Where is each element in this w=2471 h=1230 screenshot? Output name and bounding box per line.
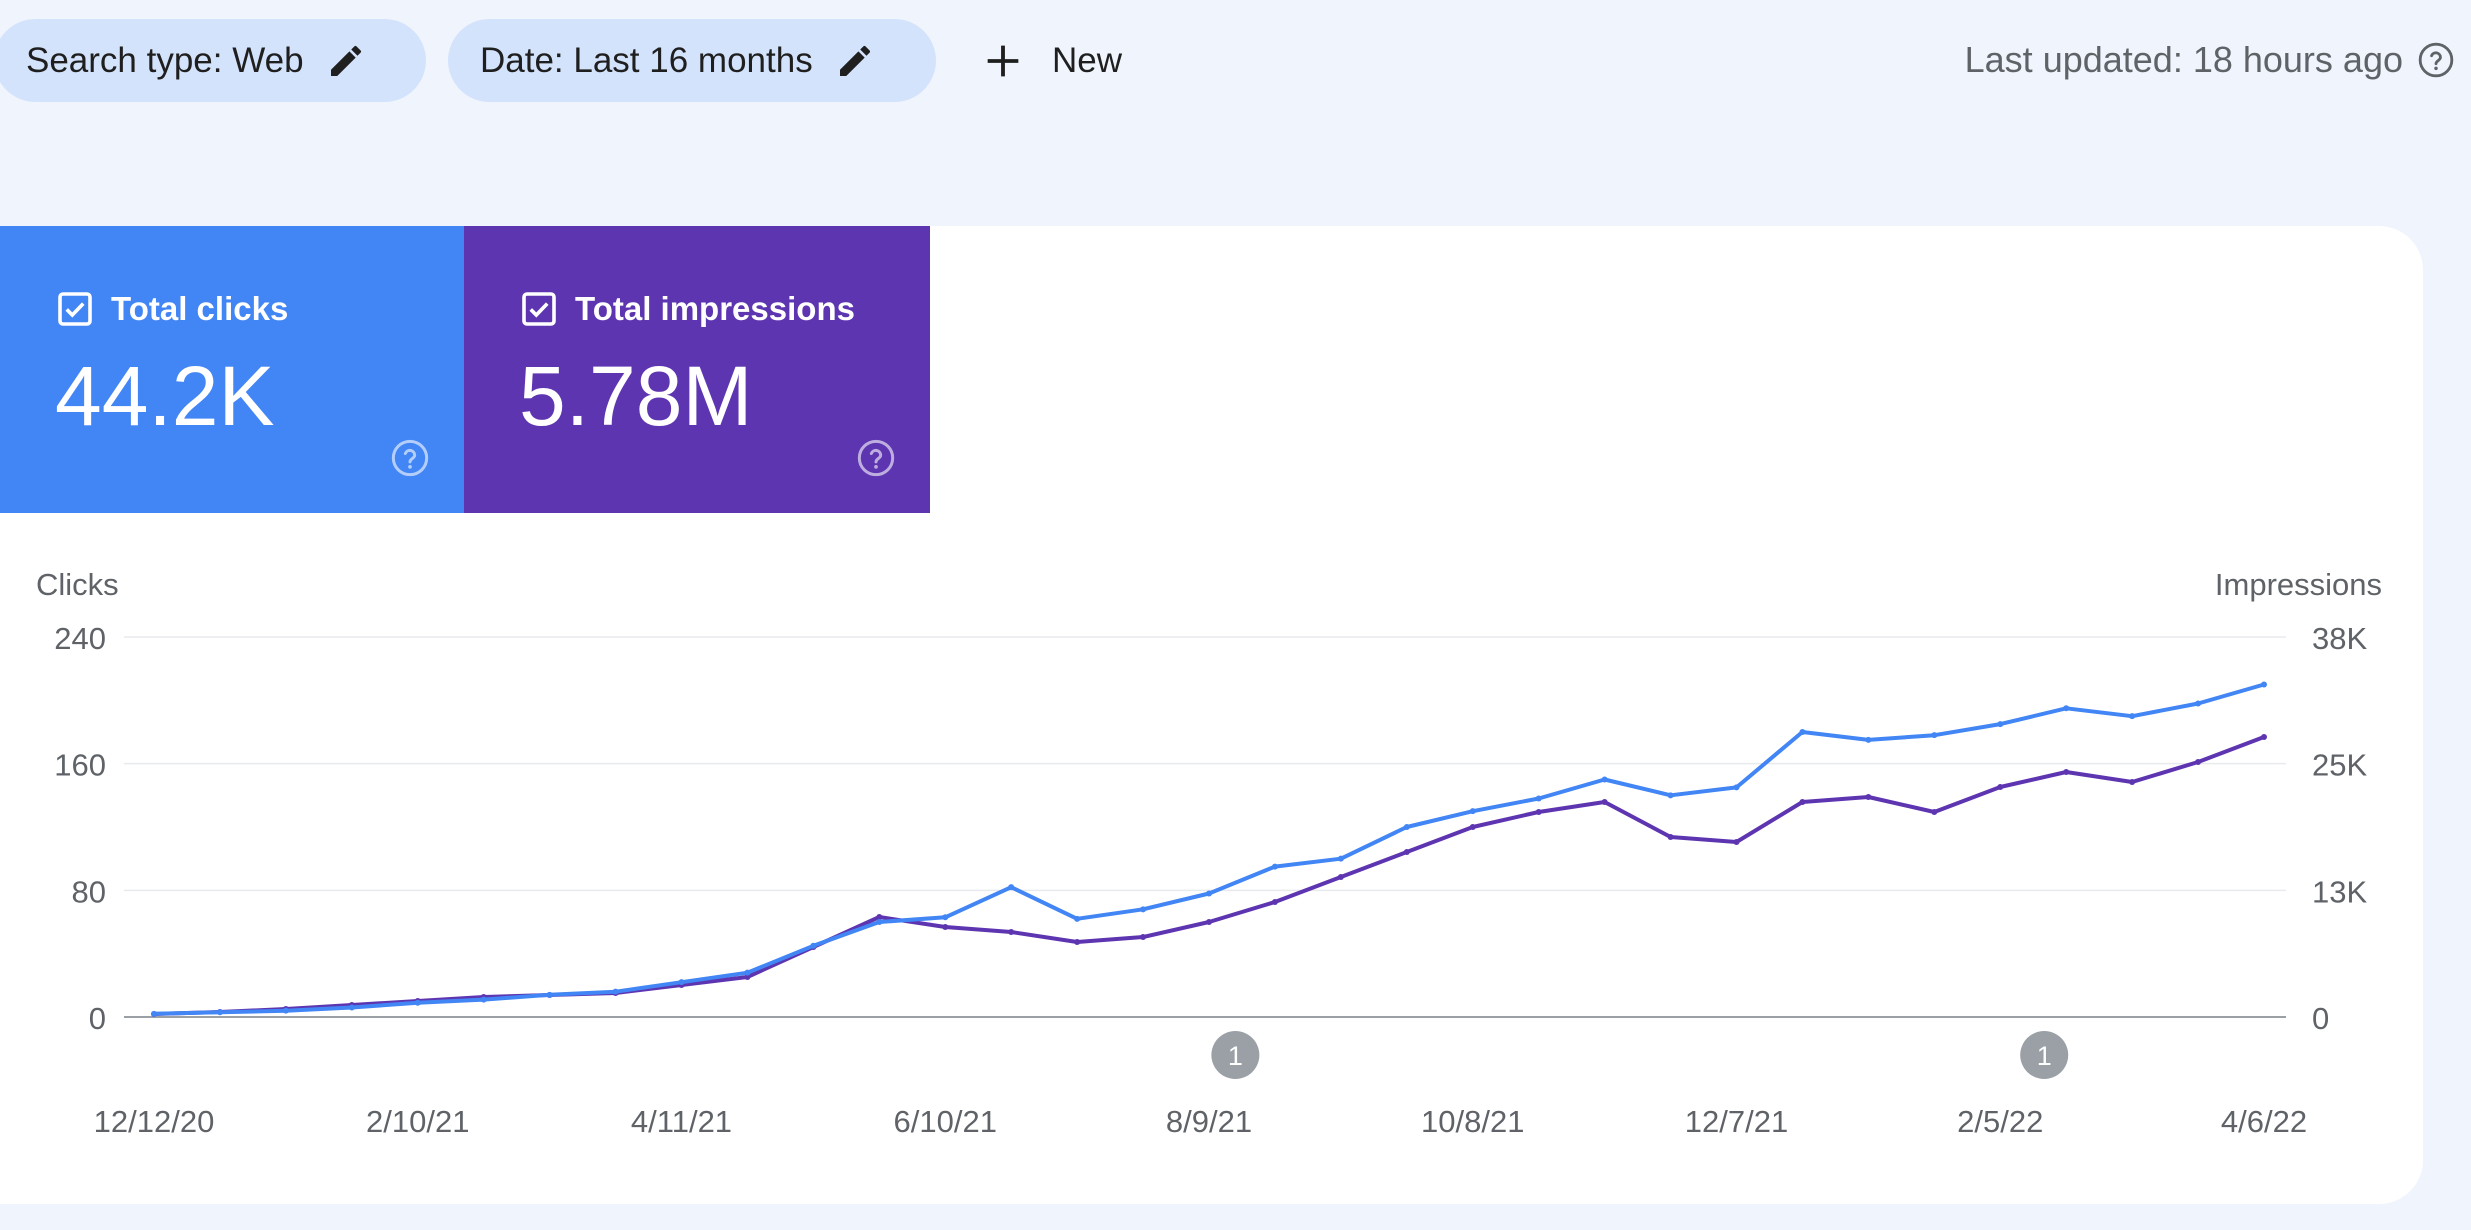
data-point-total-clicks xyxy=(612,988,619,995)
data-point-total-clicks xyxy=(151,1010,157,1017)
annotation-marker-label: 1 xyxy=(2037,1041,2052,1071)
x-tick-label: 12/7/21 xyxy=(1685,1104,1788,1139)
data-point-total-clicks xyxy=(1337,855,1344,862)
x-tick-label: 4/11/21 xyxy=(631,1104,732,1139)
data-point-total-impressions xyxy=(1535,809,1542,815)
data-point-total-clicks xyxy=(1206,890,1212,897)
y-left-tick-label: 160 xyxy=(54,748,106,783)
data-point-total-impressions xyxy=(2261,734,2267,740)
data-point-total-impressions xyxy=(2129,779,2136,785)
data-point-total-impressions xyxy=(1667,834,1674,840)
search-type-filter-chip[interactable]: Search type: Web xyxy=(0,19,426,102)
data-point-total-clicks xyxy=(1799,729,1806,735)
x-tick-label: 6/10/21 xyxy=(894,1104,997,1139)
data-point-total-impressions xyxy=(1865,794,1872,800)
x-tick-label: 2/10/21 xyxy=(366,1104,469,1139)
help-icon[interactable] xyxy=(2417,41,2455,79)
data-point-total-clicks xyxy=(1008,884,1015,891)
data-point-total-clicks xyxy=(216,1009,223,1016)
data-point-total-impressions xyxy=(942,924,949,930)
data-point-total-clicks xyxy=(810,942,817,949)
x-tick-label: 8/9/21 xyxy=(1166,1104,1252,1139)
data-point-total-impressions xyxy=(2063,769,2070,775)
plus-icon xyxy=(987,45,1019,76)
annotation-marker-label: 1 xyxy=(1228,1041,1243,1071)
data-point-total-clicks xyxy=(1271,863,1278,870)
y-left-tick-label: 240 xyxy=(54,621,106,656)
data-point-total-impressions xyxy=(1337,874,1344,880)
data-point-total-impressions xyxy=(1074,939,1081,945)
data-point-total-impressions xyxy=(1799,799,1806,805)
data-point-total-impressions xyxy=(1733,839,1740,845)
performance-chart: 0 080 13K160 25K240 38KClicks Impressions12/1… xyxy=(36,567,2382,1139)
y-right-tick-label: 0 xyxy=(2312,1001,2329,1036)
y-left-tick-label: 80 xyxy=(72,874,106,909)
data-point-total-clicks xyxy=(1733,784,1740,791)
series-line-total-impressions xyxy=(152,735,2266,1016)
last-updated-text: Last updated: 18 hours ago xyxy=(1964,38,2403,80)
data-point-total-impressions xyxy=(1008,929,1015,935)
data-point-total-impressions xyxy=(1997,784,2004,790)
data-point-total-impressions xyxy=(1601,799,1608,805)
date-filter-label: Date: Last 16 months xyxy=(480,40,813,80)
data-point-total-clicks xyxy=(744,969,751,976)
data-point-total-impressions xyxy=(1140,934,1147,940)
data-point-total-clicks xyxy=(942,914,949,921)
data-point-total-clicks xyxy=(2261,681,2267,688)
data-point-total-impressions xyxy=(1931,809,1938,815)
data-point-total-impressions xyxy=(1206,919,1212,925)
data-point-total-clicks xyxy=(1403,824,1410,830)
data-point-total-clicks xyxy=(348,1004,355,1011)
x-tick-label: 10/8/21 xyxy=(1421,1104,1524,1139)
pencil-icon[interactable] xyxy=(326,41,366,81)
data-point-total-clicks xyxy=(1667,792,1674,799)
data-point-total-clicks xyxy=(678,979,685,986)
data-point-total-impressions xyxy=(1271,899,1278,905)
data-point-total-clicks xyxy=(480,996,487,1003)
data-point-total-impressions xyxy=(2195,759,2202,765)
data-point-total-clicks xyxy=(876,919,883,925)
x-tick-label: 12/12/20 xyxy=(94,1104,215,1139)
data-point-total-clicks xyxy=(1535,795,1542,802)
data-point-total-clicks xyxy=(282,1007,289,1014)
data-point-total-clicks xyxy=(1469,808,1476,815)
data-point-total-clicks xyxy=(2129,713,2136,720)
y-left-tick-label: 0 xyxy=(89,1001,106,1036)
last-updated-status: Last updated: 18 hours ago xyxy=(1871,32,2471,87)
date-filter-chip[interactable]: Date: Last 16 months xyxy=(448,19,936,102)
new-filter-label: New xyxy=(1052,40,1123,80)
series-line-total-clicks xyxy=(152,682,2266,1016)
data-point-total-clicks xyxy=(2195,700,2202,707)
new-filter-button[interactable]: New xyxy=(980,19,1122,102)
data-point-total-clicks xyxy=(1997,721,2004,728)
x-tick-label: 2/5/22 xyxy=(1957,1104,2043,1139)
y-right-tick-label: 13K xyxy=(2312,874,2367,909)
data-point-total-clicks xyxy=(546,991,553,998)
y-right-tick-label: 38K xyxy=(2312,621,2367,656)
x-tick-label: 4/6/22 xyxy=(2221,1104,2307,1139)
pencil-icon[interactable] xyxy=(835,41,875,81)
data-point-total-clicks xyxy=(414,999,421,1006)
data-point-total-impressions xyxy=(1469,824,1476,830)
data-point-total-clicks xyxy=(2063,705,2070,712)
performance-card: Total clicks 44.2K Total impressions 5.7… xyxy=(0,226,2423,1204)
data-point-total-impressions xyxy=(1403,849,1410,855)
search-type-filter-label: Search type: Web xyxy=(26,40,304,80)
y-right-tick-label: 25K xyxy=(2312,748,2367,783)
y-right-axis-label: Impressions xyxy=(2215,567,2382,602)
data-point-total-clicks xyxy=(1931,732,1938,739)
data-point-total-clicks xyxy=(1140,906,1147,913)
y-left-axis-label: Clicks xyxy=(36,567,119,602)
data-point-total-clicks xyxy=(1865,736,1872,743)
data-point-total-clicks xyxy=(1074,915,1081,922)
data-point-total-clicks xyxy=(1601,776,1608,783)
